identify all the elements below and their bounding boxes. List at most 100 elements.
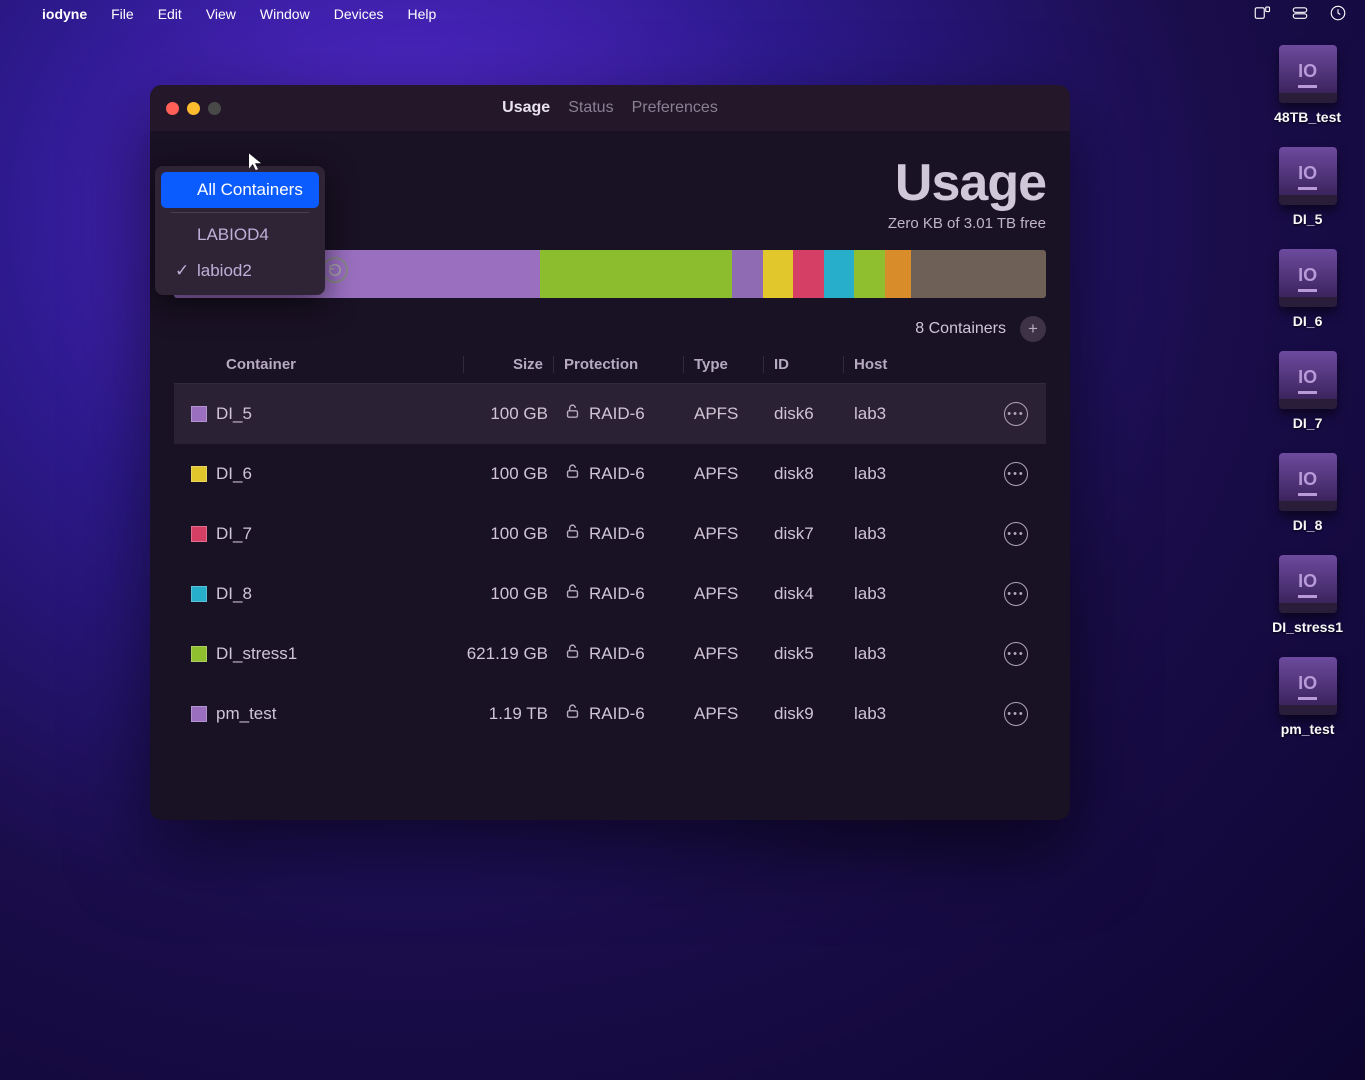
cell-host: lab3: [844, 464, 994, 484]
col-container[interactable]: Container: [216, 356, 464, 373]
clock-icon[interactable]: [1329, 4, 1347, 25]
color-swatch: [191, 706, 207, 722]
window-zoom-button[interactable]: [208, 102, 221, 115]
drive-label: 48TB_test: [1274, 109, 1341, 125]
container-filter-dropdown[interactable]: All Containers LABIOD4 ✓ labiod2: [155, 166, 325, 295]
row-more-button[interactable]: •••: [1004, 582, 1028, 606]
drive-icon: IO: [1279, 657, 1337, 715]
desktop-drive[interactable]: IODI_7: [1279, 351, 1337, 431]
add-container-button[interactable]: +: [1020, 316, 1046, 342]
tab-preferences[interactable]: Preferences: [632, 99, 718, 117]
drive-icon: IO: [1279, 45, 1337, 103]
color-swatch: [191, 646, 207, 662]
tab-status[interactable]: Status: [568, 99, 613, 117]
color-swatch: [191, 466, 207, 482]
window-minimize-button[interactable]: [187, 102, 200, 115]
dropdown-item-label: LABIOD4: [197, 225, 269, 245]
tab-usage[interactable]: Usage: [502, 99, 550, 117]
desktop-drive[interactable]: IODI_8: [1279, 453, 1337, 533]
color-swatch: [191, 406, 207, 422]
stage-manager-icon[interactable]: [1253, 4, 1271, 25]
table-body: DI_5 100 GB RAID-6 APFS disk6 lab3 ••• D…: [174, 384, 1046, 744]
cell-protection: RAID-6: [589, 584, 645, 604]
cell-protection: RAID-6: [589, 464, 645, 484]
cell-name: DI_stress1: [216, 644, 464, 664]
usage-segment: [732, 250, 763, 298]
cell-protection: RAID-6: [589, 644, 645, 664]
desktop-drive[interactable]: IODI_5: [1279, 147, 1337, 227]
cell-size: 100 GB: [464, 404, 554, 424]
usage-segment: [763, 250, 794, 298]
usage-segment: [824, 250, 855, 298]
usage-segment: [793, 250, 824, 298]
unlock-icon: [564, 583, 581, 605]
cell-type: APFS: [684, 584, 764, 604]
control-center-icon[interactable]: [1291, 4, 1309, 25]
drive-label: DI_5: [1293, 211, 1323, 227]
cell-name: DI_8: [216, 584, 464, 604]
row-more-button[interactable]: •••: [1004, 402, 1028, 426]
drive-label: DI_7: [1293, 415, 1323, 431]
dropdown-item-label: labiod2: [197, 261, 252, 281]
usage-segment: [885, 250, 911, 298]
cell-size: 100 GB: [464, 584, 554, 604]
cell-id: disk6: [764, 404, 844, 424]
dropdown-item[interactable]: LABIOD4: [161, 217, 319, 253]
desktop-drive[interactable]: IOpm_test: [1279, 657, 1337, 737]
usage-segment: [911, 250, 1046, 298]
dropdown-item-label: All Containers: [197, 180, 303, 200]
col-protection[interactable]: Protection: [554, 356, 684, 373]
cell-size: 621.19 GB: [464, 644, 554, 664]
menu-window[interactable]: Window: [260, 6, 310, 22]
unlock-icon: [564, 523, 581, 545]
refresh-button[interactable]: [322, 257, 348, 283]
col-size[interactable]: Size: [464, 356, 554, 373]
cell-id: disk5: [764, 644, 844, 664]
col-id[interactable]: ID: [764, 356, 844, 373]
drive-icon: IO: [1279, 555, 1337, 613]
row-more-button[interactable]: •••: [1004, 642, 1028, 666]
dropdown-separator: [171, 212, 309, 213]
desktop-drive[interactable]: IO 48TB_test: [1274, 45, 1341, 125]
desktop-drive[interactable]: IODI_stress1: [1272, 555, 1343, 635]
titlebar: Usage Status Preferences: [150, 85, 1070, 131]
menu-file[interactable]: File: [111, 6, 134, 22]
col-host[interactable]: Host: [844, 356, 994, 373]
menu-view[interactable]: View: [206, 6, 236, 22]
row-more-button[interactable]: •••: [1004, 462, 1028, 486]
menu-devices[interactable]: Devices: [334, 6, 384, 22]
desktop-drive[interactable]: IO DI_6: [1279, 249, 1337, 329]
drive-label: DI_6: [1293, 313, 1323, 329]
cell-name: DI_5: [216, 404, 464, 424]
menu-edit[interactable]: Edit: [158, 6, 182, 22]
cell-name: DI_7: [216, 524, 464, 544]
cell-id: disk9: [764, 704, 844, 724]
drive-icon: IO: [1279, 249, 1337, 307]
table-row[interactable]: DI_5 100 GB RAID-6 APFS disk6 lab3 •••: [174, 384, 1046, 444]
unlock-icon: [564, 703, 581, 725]
color-swatch: [191, 526, 207, 542]
app-menu[interactable]: iodyne: [42, 6, 87, 22]
row-more-button[interactable]: •••: [1004, 702, 1028, 726]
table-row[interactable]: DI_stress1 621.19 GB RAID-6 APFS disk5 l…: [174, 624, 1046, 684]
mouse-cursor-icon: [246, 152, 264, 175]
table-header: Container Size Protection Type ID Host: [174, 342, 1046, 384]
table-row[interactable]: pm_test 1.19 TB RAID-6 APFS disk9 lab3 •…: [174, 684, 1046, 744]
drive-label: DI_8: [1293, 517, 1323, 533]
cell-id: disk4: [764, 584, 844, 604]
row-more-button[interactable]: •••: [1004, 522, 1028, 546]
window-close-button[interactable]: [166, 102, 179, 115]
dropdown-item[interactable]: ✓ labiod2: [161, 253, 319, 289]
check-icon: ✓: [175, 261, 187, 281]
table-row[interactable]: DI_8 100 GB RAID-6 APFS disk4 lab3 •••: [174, 564, 1046, 624]
col-type[interactable]: Type: [684, 356, 764, 373]
menubar: iodyne File Edit View Window Devices Hel…: [0, 0, 1365, 28]
cell-host: lab3: [844, 584, 994, 604]
table-row[interactable]: DI_7 100 GB RAID-6 APFS disk7 lab3 •••: [174, 504, 1046, 564]
cell-name: pm_test: [216, 704, 464, 724]
dropdown-item-all[interactable]: All Containers: [161, 172, 319, 208]
cell-name: DI_6: [216, 464, 464, 484]
usage-segment: [540, 250, 732, 298]
table-row[interactable]: DI_6 100 GB RAID-6 APFS disk8 lab3 •••: [174, 444, 1046, 504]
menu-help[interactable]: Help: [408, 6, 437, 22]
